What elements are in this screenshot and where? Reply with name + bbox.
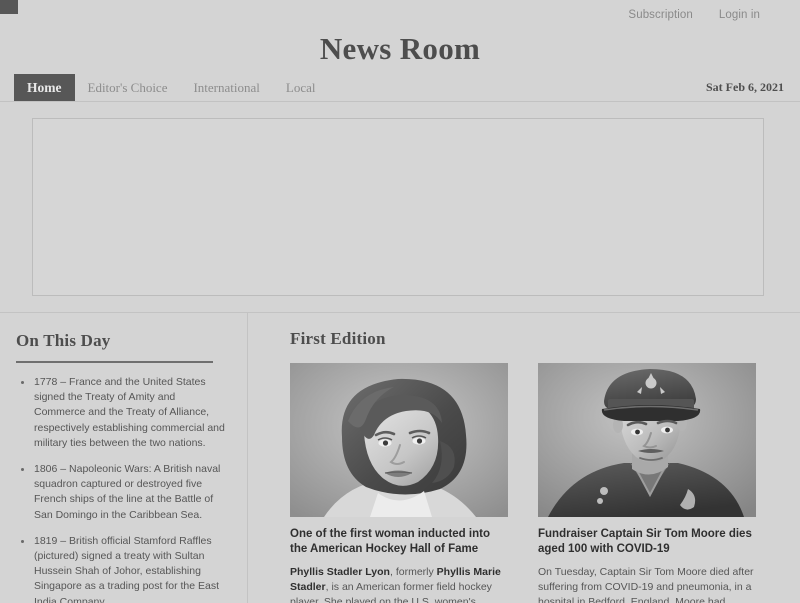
content-columns: On This Day 1778 – France and the United… bbox=[0, 313, 800, 603]
nav-item-editors-choice[interactable]: Editor's Choice bbox=[75, 74, 181, 101]
nav-item-international[interactable]: International bbox=[180, 74, 272, 101]
article-headline: One of the first woman inducted into the… bbox=[290, 528, 490, 555]
sidebar-title: On This Day bbox=[16, 331, 111, 350]
corner-marker bbox=[0, 0, 18, 14]
article-lead-mid: , formerly bbox=[389, 566, 437, 578]
main-title: First Edition bbox=[290, 329, 386, 348]
article-headline: Fundraiser Captain Sir Tom Moore dies ag… bbox=[538, 528, 752, 555]
hero-section bbox=[0, 102, 800, 296]
article-cards: One of the first woman inducted into the… bbox=[290, 363, 784, 603]
login-link[interactable]: Login in bbox=[719, 9, 760, 21]
article-card[interactable]: Fundraiser Captain Sir Tom Moore dies ag… bbox=[538, 363, 756, 603]
first-edition-section: First Edition One of the first woman ind… bbox=[248, 313, 800, 603]
list-item[interactable]: 1778 – France and the United States sign… bbox=[21, 375, 225, 451]
utility-bar: Subscription Login in bbox=[0, 0, 800, 30]
list-item[interactable]: 1806 – Napoleonic Wars: A British naval … bbox=[21, 462, 225, 523]
on-this-day-sidebar: On This Day 1778 – France and the United… bbox=[0, 313, 248, 603]
list-item[interactable]: 1819 – British official Stamford Raffles… bbox=[21, 534, 225, 603]
on-this-day-list: 1778 – France and the United States sign… bbox=[16, 375, 225, 603]
nav-item-home[interactable]: Home bbox=[14, 74, 75, 101]
masthead: News Room bbox=[0, 30, 800, 68]
nav-item-local[interactable]: Local bbox=[273, 74, 329, 101]
article-body: On Tuesday, Captain Sir Tom Moore died a… bbox=[538, 566, 754, 603]
current-date: Sat Feb 6, 2021 bbox=[706, 80, 784, 94]
sidebar-title-rule bbox=[16, 361, 213, 363]
hero-image-placeholder bbox=[32, 118, 764, 296]
nav-items: Home Editor's Choice International Local bbox=[14, 74, 328, 101]
site-title: News Room bbox=[319, 31, 481, 66]
article-body: Phyllis Stadler Lyon, formerly Phyllis M… bbox=[290, 565, 508, 603]
article-photo-captain-sir-tom-moore bbox=[538, 363, 756, 517]
primary-navigation: Home Editor's Choice International Local… bbox=[0, 74, 800, 102]
subscription-link[interactable]: Subscription bbox=[628, 9, 692, 21]
article-lead-name: Phyllis Stadler Lyon bbox=[290, 566, 390, 578]
article-card[interactable]: One of the first woman inducted into the… bbox=[290, 363, 508, 603]
news-room-page: Subscription Login in News Room Home Edi… bbox=[0, 0, 800, 603]
article-photo-phyllis-stadler-lyon bbox=[290, 363, 508, 517]
